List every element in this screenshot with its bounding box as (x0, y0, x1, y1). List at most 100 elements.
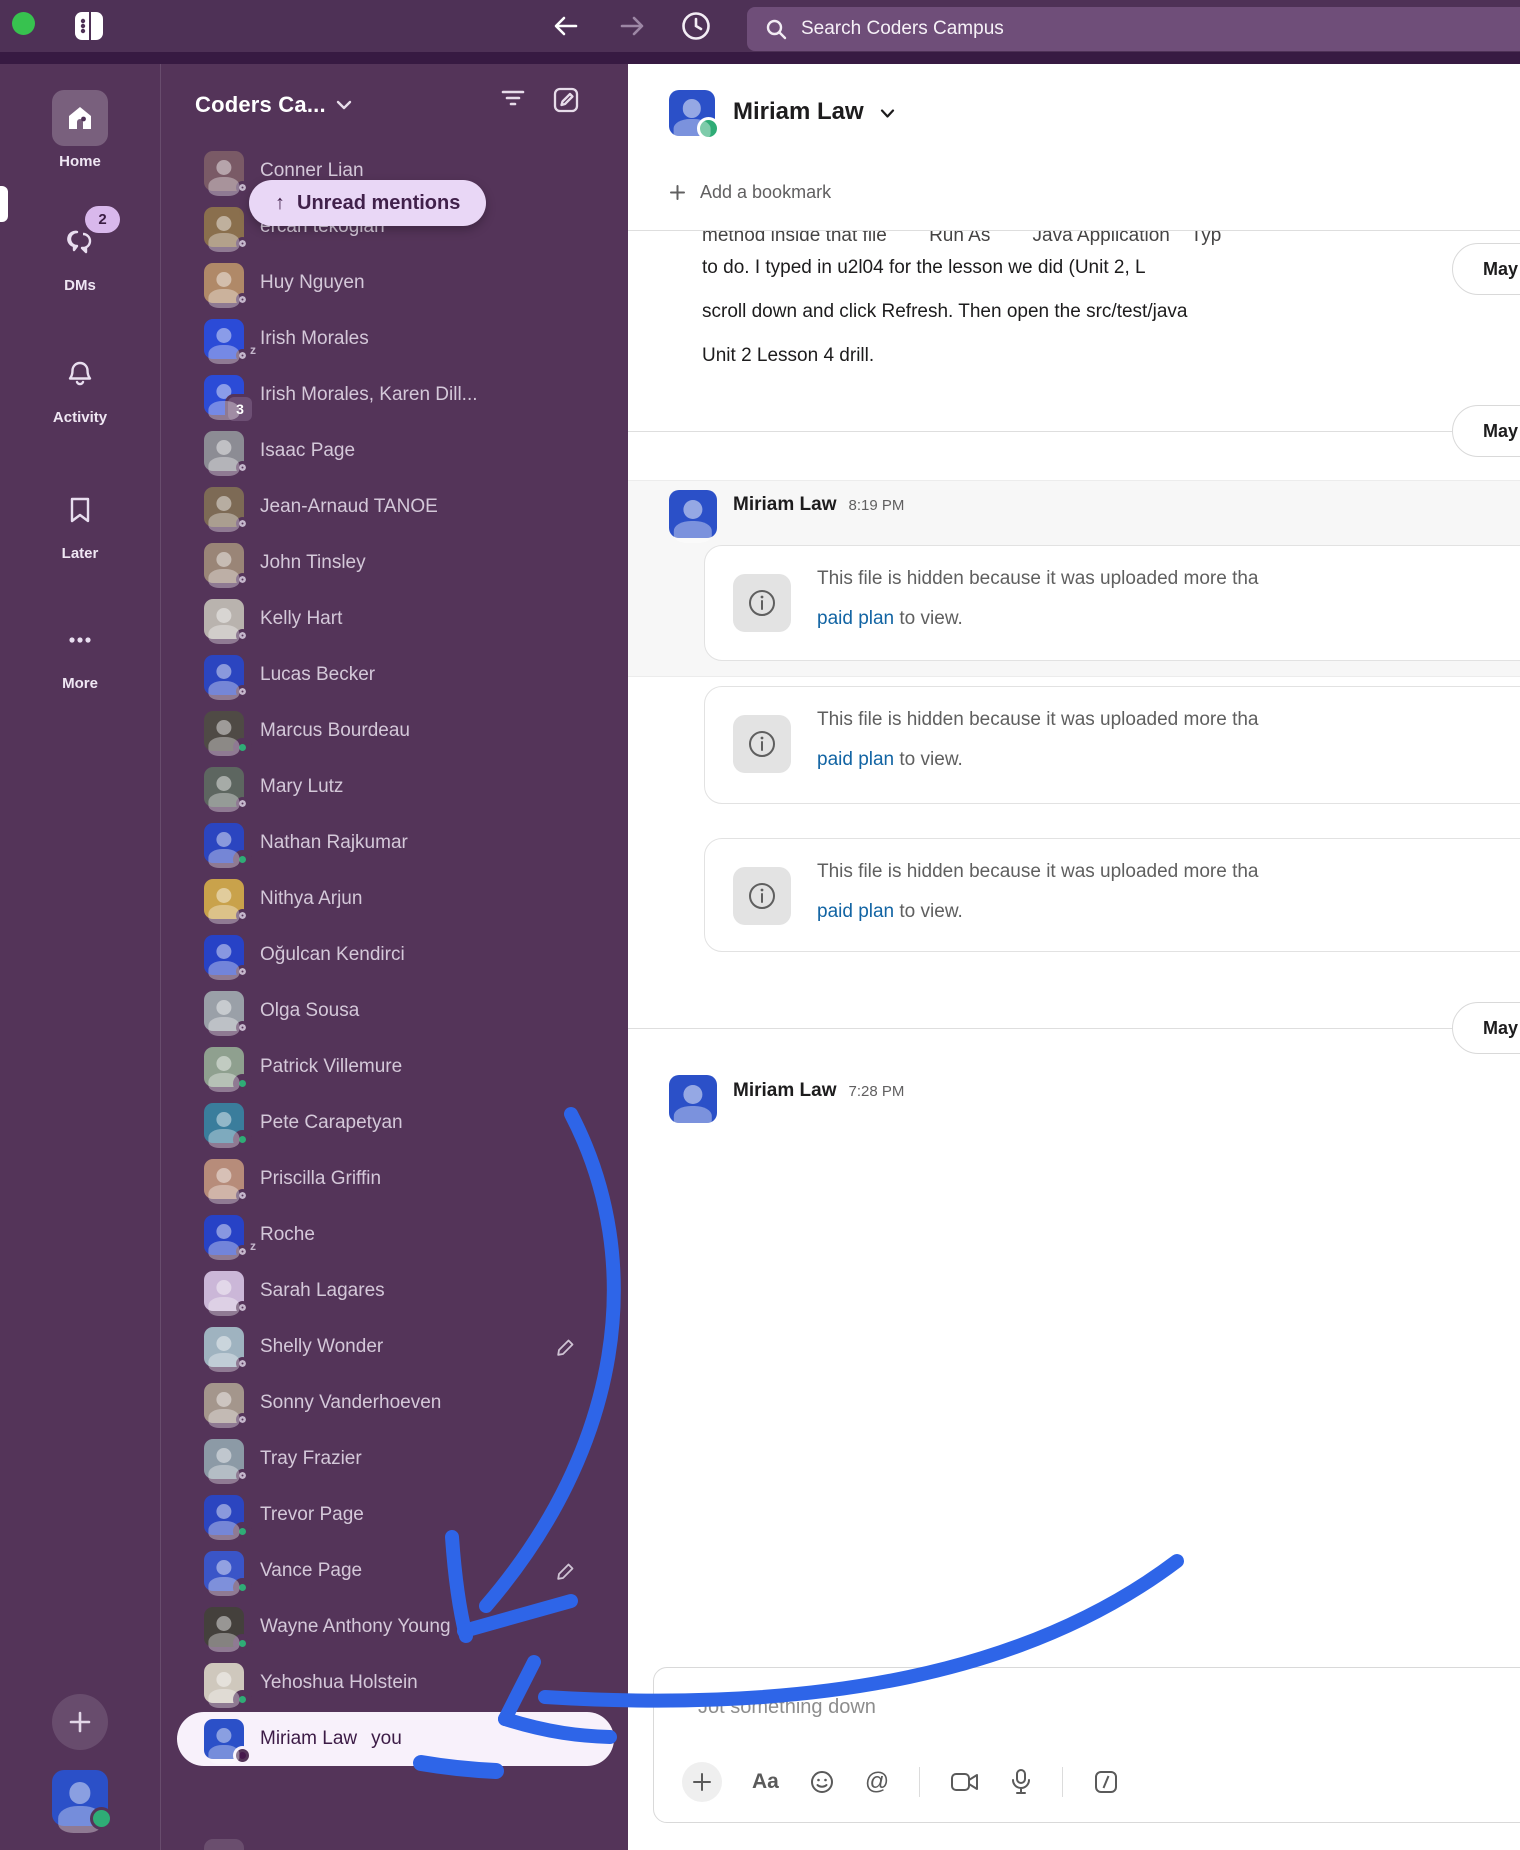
dnd-z-icon: z (250, 1239, 256, 1253)
text-format-icon[interactable]: Aa (752, 1770, 779, 1794)
date-pill[interactable]: May (1452, 1002, 1520, 1054)
dm-list-item[interactable]: Kelly Hart (161, 591, 628, 647)
home-icon[interactable] (52, 90, 108, 146)
presence-dot (236, 1749, 249, 1762)
more-dots-icon[interactable] (52, 612, 108, 668)
chevron-down-icon (880, 108, 895, 119)
dm-list-item[interactable]: Sarah Lagares (161, 1263, 628, 1319)
avatar (204, 1383, 249, 1426)
date-pill[interactable]: May (1452, 405, 1520, 457)
dm-list-item[interactable]: Mary Lutz (161, 759, 628, 815)
dm-list-item[interactable]: Nithya Arjun (161, 871, 628, 927)
message-composer[interactable]: Jot something down Aa @ (653, 1667, 1520, 1823)
message-header: Miriam Law 7:28 PM (733, 1080, 904, 1102)
dm-list-item[interactable]: Priscilla Griffin (161, 1151, 628, 1207)
presence-dot (236, 741, 249, 754)
avatar (204, 431, 249, 474)
dm-list-item[interactable]: Huy Nguyen (161, 255, 628, 311)
rail-item-home[interactable]: Home (0, 90, 160, 170)
mic-icon[interactable] (1010, 1768, 1032, 1796)
dm-list-item[interactable]: Wayne Anthony Young (161, 1599, 628, 1655)
search-input[interactable]: Search Coders Campus (747, 7, 1520, 51)
dm-list-item[interactable]: Yehoshua Holstein (161, 1655, 628, 1711)
avatar (204, 1271, 249, 1314)
search-icon (765, 18, 787, 40)
dm-list-item[interactable]: z Roche (161, 1207, 628, 1263)
dms-icon[interactable]: 2 (52, 206, 120, 270)
avatar (204, 1103, 249, 1146)
filter-icon[interactable] (500, 86, 526, 114)
traffic-light-green[interactable] (12, 12, 35, 35)
avatar (204, 1439, 249, 1482)
hidden-file-card: This file is hidden because it was uploa… (704, 545, 1520, 661)
attach-plus-icon[interactable] (682, 1762, 722, 1802)
avatar (204, 207, 249, 250)
history-clock-icon[interactable] (680, 10, 712, 42)
dm-list-item[interactable]: Pete Carapetyan (161, 1095, 628, 1151)
create-new-button[interactable] (52, 1694, 108, 1750)
presence-dot (236, 1301, 249, 1314)
message-timestamp[interactable]: 8:19 PM (848, 497, 904, 514)
message-author[interactable]: Miriam Law (733, 1080, 836, 1102)
dm-name: Jean-Arnaud TANOE (260, 496, 438, 517)
video-icon[interactable] (950, 1770, 980, 1794)
sidebar-toggle-icon[interactable] (74, 10, 104, 42)
dm-list-item[interactable]: 3 Irish Morales, Karen Dill... (161, 367, 628, 423)
unread-mentions-label: Unread mentions (297, 191, 461, 214)
rail-item-more[interactable]: More (0, 612, 160, 692)
dm-list-item[interactable]: Sonny Vanderhoeven (161, 1375, 628, 1431)
emoji-icon[interactable] (809, 1769, 835, 1795)
activity-bell-icon[interactable] (52, 346, 108, 402)
date-pill[interactable]: May (1452, 243, 1520, 295)
history-back-icon[interactable] (552, 12, 580, 40)
dm-list-item[interactable]: Nathan Rajkumar (161, 815, 628, 871)
paid-plan-link[interactable]: paid plan (817, 749, 894, 770)
dm-list-item[interactable]: Patrick Villemure (161, 1039, 628, 1095)
dm-list-item[interactable]: Miriam Law you (161, 1711, 628, 1767)
dm-name: Huy Nguyen (260, 272, 365, 293)
workspace-switcher[interactable]: Coders Ca... (195, 82, 608, 128)
avatar (204, 1495, 249, 1538)
presence-dot (90, 1807, 113, 1830)
rail-item-dms[interactable]: 2 DMs (0, 206, 160, 294)
paid-plan-link[interactable]: paid plan (817, 901, 894, 922)
dm-list-item[interactable]: Tray Frazier (161, 1431, 628, 1487)
dm-list-item[interactable]: Vance Page (161, 1543, 628, 1599)
hidden-file-card: This file is hidden because it was uploa… (704, 686, 1520, 804)
arrow-up-icon: ↑ (275, 191, 285, 214)
message-line: to do. I typed in u2l04 for the lesson w… (702, 257, 1146, 278)
dm-list-item[interactable]: Trevor Page (161, 1487, 628, 1543)
compose-icon[interactable] (552, 86, 580, 114)
add-bookmark-button[interactable]: Add a bookmark (669, 182, 831, 203)
dm-list-item[interactable]: Jean-Arnaud TANOE (161, 479, 628, 535)
dm-list-item[interactable]: Marcus Bourdeau (161, 703, 628, 759)
dm-list-item[interactable]: Olga Sousa (161, 983, 628, 1039)
add-coworkers-button[interactable]: Add coworkers (161, 1831, 628, 1850)
rail-item-later[interactable]: Later (0, 482, 160, 562)
shortcuts-slash-icon[interactable] (1093, 1769, 1119, 1795)
dm-list-item[interactable]: Isaac Page (161, 423, 628, 479)
message-avatar[interactable] (669, 490, 717, 538)
message-author[interactable]: Miriam Law (733, 494, 836, 516)
mention-icon[interactable]: @ (865, 1768, 889, 1796)
presence-dot (236, 1525, 249, 1538)
message-timestamp[interactable]: 7:28 PM (848, 1083, 904, 1100)
history-forward-icon[interactable] (618, 12, 646, 40)
dm-name: Irish Morales (260, 328, 369, 349)
paid-plan-link[interactable]: paid plan (817, 608, 894, 629)
dm-list-item[interactable]: Lucas Becker (161, 647, 628, 703)
avatar (204, 1719, 249, 1762)
unread-mentions-pill[interactable]: ↑ Unread mentions (249, 180, 487, 226)
dm-name: Mary Lutz (260, 776, 344, 797)
dm-list-item[interactable]: z Irish Morales (161, 311, 628, 367)
user-avatar[interactable] (52, 1770, 113, 1830)
dm-list-item[interactable]: Oğulcan Kendirci (161, 927, 628, 983)
later-bookmark-icon[interactable] (52, 482, 108, 538)
dm-list-item[interactable]: John Tinsley (161, 535, 628, 591)
conversation-title[interactable]: Miriam Law (733, 98, 864, 126)
rail-item-activity[interactable]: Activity (0, 346, 160, 426)
info-icon (733, 867, 791, 925)
dm-list-item[interactable]: Shelly Wonder (161, 1319, 628, 1375)
conversation-header[interactable]: Miriam Law (628, 64, 1520, 168)
presence-dot (236, 965, 249, 978)
